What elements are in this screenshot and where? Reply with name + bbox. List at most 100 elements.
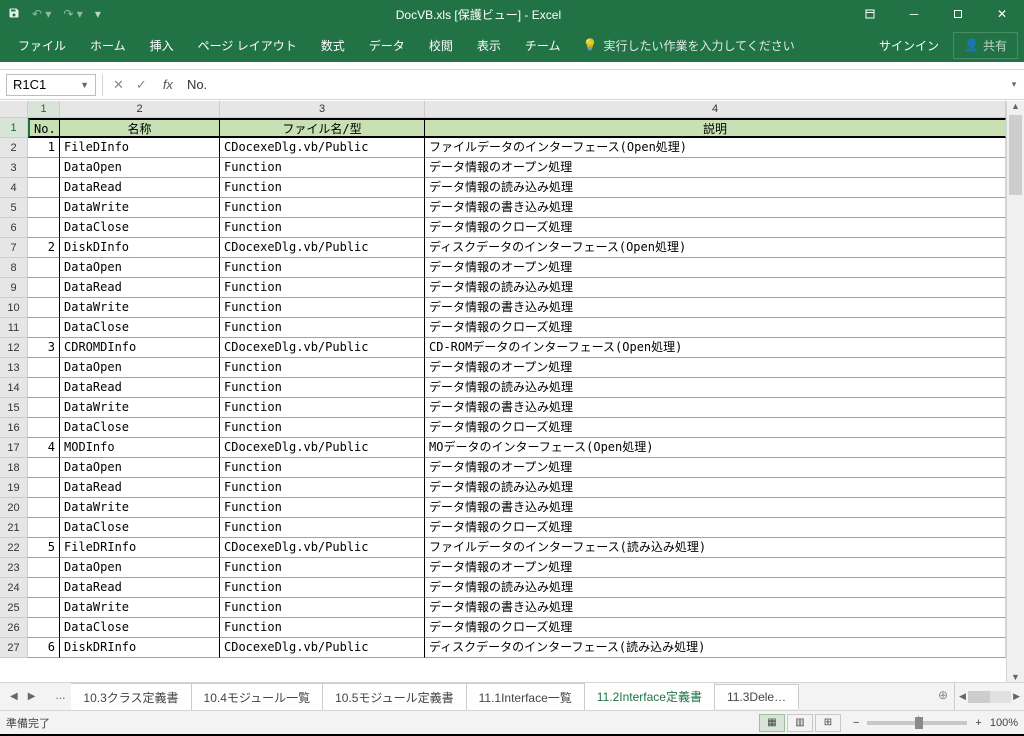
cell[interactable]: DataWrite — [60, 498, 220, 518]
cell[interactable]: DataRead — [60, 378, 220, 398]
sheet-tab[interactable]: 10.3クラス定義書 — [71, 683, 191, 710]
undo-icon[interactable]: ↶ ▾ — [32, 7, 51, 21]
cell[interactable]: データ情報の読み込み処理 — [425, 378, 1006, 398]
chevron-down-icon[interactable]: ▼ — [80, 80, 89, 90]
row-header[interactable]: 25 — [0, 598, 28, 618]
cell[interactable]: DataOpen — [60, 158, 220, 178]
hscroll-thumb[interactable] — [968, 691, 1011, 703]
cell[interactable] — [28, 318, 60, 338]
scroll-thumb[interactable] — [1009, 115, 1022, 195]
row-header[interactable]: 13 — [0, 358, 28, 378]
cell[interactable] — [28, 158, 60, 178]
horizontal-scrollbar[interactable]: ◀ ▶ — [954, 683, 1024, 710]
zoom-in-icon[interactable]: + — [975, 717, 981, 729]
cell[interactable] — [28, 258, 60, 278]
cell[interactable]: データ情報のクローズ処理 — [425, 218, 1006, 238]
cell[interactable]: DataClose — [60, 318, 220, 338]
row-header[interactable]: 5 — [0, 198, 28, 218]
cell[interactable] — [28, 478, 60, 498]
cell[interactable]: MODInfo — [60, 438, 220, 458]
cell[interactable]: データ情報の書き込み処理 — [425, 298, 1006, 318]
row-header[interactable]: 12 — [0, 338, 28, 358]
enter-icon[interactable]: ✓ — [136, 77, 147, 93]
close-button[interactable]: ✕ — [980, 0, 1024, 28]
select-all-corner[interactable] — [0, 101, 28, 117]
cell[interactable]: Function — [220, 298, 425, 318]
cell[interactable]: Function — [220, 198, 425, 218]
tab-nav-prev-icon[interactable]: ◀ — [10, 691, 18, 702]
cell[interactable]: CDocexeDlg.vb/Public — [220, 338, 425, 358]
ribbon-tab-1[interactable]: ホーム — [78, 29, 138, 62]
cell[interactable]: データ情報のクローズ処理 — [425, 518, 1006, 538]
cell[interactable]: DataRead — [60, 578, 220, 598]
view-page-layout-icon[interactable]: ▥ — [787, 714, 813, 732]
cell[interactable]: ファイルデータのインターフェース(読み込み処理) — [425, 538, 1006, 558]
ribbon-tab-5[interactable]: データ — [357, 29, 417, 62]
cell[interactable]: Function — [220, 398, 425, 418]
cell[interactable]: ディスクデータのインターフェース(読み込み処理) — [425, 638, 1006, 658]
cell[interactable]: データ情報のクローズ処理 — [425, 418, 1006, 438]
tab-nav-next-icon[interactable]: ▶ — [28, 691, 36, 702]
cell[interactable]: DataRead — [60, 278, 220, 298]
cell[interactable]: Function — [220, 278, 425, 298]
cell[interactable]: DataOpen — [60, 458, 220, 478]
cell[interactable]: FileDRInfo — [60, 538, 220, 558]
row-header[interactable]: 26 — [0, 618, 28, 638]
row-header[interactable]: 22 — [0, 538, 28, 558]
name-box[interactable]: R1C1 ▼ — [6, 74, 96, 96]
cell[interactable] — [28, 418, 60, 438]
cell[interactable] — [28, 298, 60, 318]
row-header[interactable]: 18 — [0, 458, 28, 478]
cell[interactable]: Function — [220, 558, 425, 578]
row-header[interactable]: 9 — [0, 278, 28, 298]
sheet-tab[interactable]: 11.1Interface一覧 — [467, 683, 585, 710]
row-header[interactable]: 15 — [0, 398, 28, 418]
cell[interactable]: データ情報のオープン処理 — [425, 558, 1006, 578]
cell[interactable]: CDocexeDlg.vb/Public — [220, 538, 425, 558]
redo-icon[interactable]: ↷ ▾ — [63, 7, 82, 21]
cell[interactable]: データ情報の読み込み処理 — [425, 478, 1006, 498]
cell[interactable]: ディスクデータのインターフェース(Open処理) — [425, 238, 1006, 258]
cell[interactable]: DataClose — [60, 218, 220, 238]
cell[interactable]: Function — [220, 358, 425, 378]
cell[interactable]: Function — [220, 218, 425, 238]
formula-expand-icon[interactable]: ▾ — [1004, 79, 1024, 90]
cell[interactable]: DataRead — [60, 178, 220, 198]
sheet-tab[interactable]: 11.3Dele… — [715, 684, 799, 709]
cancel-icon[interactable]: ✕ — [113, 77, 124, 93]
cell[interactable]: データ情報の書き込み処理 — [425, 398, 1006, 418]
row-header[interactable]: 8 — [0, 258, 28, 278]
cell[interactable]: CDocexeDlg.vb/Public — [220, 638, 425, 658]
row-header[interactable]: 27 — [0, 638, 28, 658]
cell[interactable]: DataOpen — [60, 558, 220, 578]
cell[interactable]: MOデータのインターフェース(Open処理) — [425, 438, 1006, 458]
cell[interactable]: CD-ROMデータのインターフェース(Open処理) — [425, 338, 1006, 358]
cell[interactable]: 1 — [28, 138, 60, 158]
cell[interactable]: データ情報の読み込み処理 — [425, 578, 1006, 598]
cell[interactable]: データ情報の書き込み処理 — [425, 198, 1006, 218]
cell[interactable] — [28, 378, 60, 398]
ribbon-tab-0[interactable]: ファイル — [6, 29, 78, 62]
view-normal-icon[interactable]: ▦ — [759, 714, 785, 732]
ribbon-tab-7[interactable]: 表示 — [465, 29, 513, 62]
row-header[interactable]: 11 — [0, 318, 28, 338]
cell[interactable]: No. — [28, 118, 60, 138]
cell[interactable] — [28, 518, 60, 538]
cell[interactable]: Function — [220, 598, 425, 618]
cell[interactable]: DataOpen — [60, 258, 220, 278]
ribbon-tab-4[interactable]: 数式 — [309, 29, 357, 62]
cell[interactable]: ファイル名/型 — [220, 118, 425, 138]
cell[interactable]: DataOpen — [60, 358, 220, 378]
cell[interactable]: データ情報のオープン処理 — [425, 458, 1006, 478]
cell[interactable]: 4 — [28, 438, 60, 458]
row-header[interactable]: 7 — [0, 238, 28, 258]
cell[interactable]: データ情報のオープン処理 — [425, 358, 1006, 378]
col-header-4[interactable]: 4 — [425, 101, 1006, 117]
view-page-break-icon[interactable]: ⊞ — [815, 714, 841, 732]
cell[interactable]: CDROMDInfo — [60, 338, 220, 358]
cell[interactable] — [28, 178, 60, 198]
signin-button[interactable]: サインイン — [865, 37, 953, 54]
row-header[interactable]: 2 — [0, 138, 28, 158]
ribbon-tab-6[interactable]: 校閲 — [417, 29, 465, 62]
fx-icon[interactable]: fx — [157, 77, 179, 92]
